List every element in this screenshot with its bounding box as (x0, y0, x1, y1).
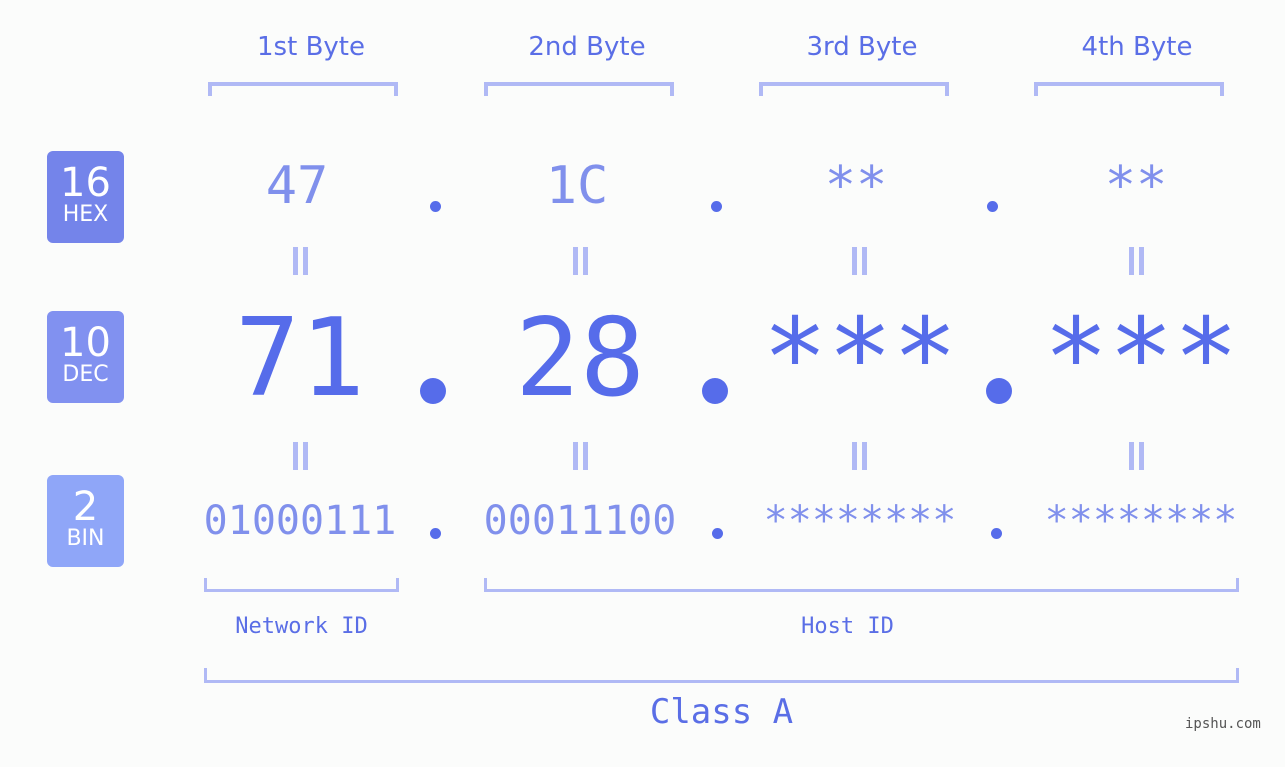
bin-byte-4: ******** (1044, 498, 1238, 544)
header-byte-4: 4th Byte (1081, 32, 1193, 62)
badge-dec-label: DEC (62, 362, 109, 387)
bin-byte-3: ******** (763, 498, 957, 544)
equals-icon (290, 442, 310, 470)
bracket-byte-1 (208, 82, 398, 96)
badge-hex-number: 16 (60, 160, 111, 206)
equals-icon (570, 442, 590, 470)
bin-dot-1 (430, 528, 441, 539)
dec-dot-3 (986, 378, 1012, 404)
header-byte-2: 2nd Byte (528, 32, 646, 62)
network-id-label: Network ID (235, 614, 368, 639)
hex-byte-4: ** (1104, 156, 1168, 216)
dec-byte-2: 28 (514, 296, 646, 421)
bin-dot-2 (712, 528, 723, 539)
class-label: Class A (649, 692, 794, 732)
watermark: ipshu.com (1185, 716, 1261, 732)
hex-byte-3: ** (824, 156, 888, 216)
bin-byte-1: 01000111 (203, 498, 397, 544)
class-bracket (204, 668, 1239, 683)
hex-byte-2: 1C (545, 156, 609, 216)
badge-bin: 2 BIN (47, 475, 124, 567)
dec-byte-4: *** (1043, 296, 1239, 421)
equals-icon (570, 247, 590, 275)
header-byte-3: 3rd Byte (806, 32, 918, 62)
dec-dot-1 (420, 378, 446, 404)
badge-dec-number: 10 (60, 320, 111, 366)
hex-dot-3 (987, 201, 998, 212)
bracket-byte-3 (759, 82, 949, 96)
badge-hex: 16 HEX (47, 151, 124, 243)
bracket-byte-4 (1034, 82, 1224, 96)
bin-byte-2: 00011100 (483, 498, 677, 544)
equals-icon (849, 247, 869, 275)
equals-icon (290, 247, 310, 275)
equals-icon (849, 442, 869, 470)
equals-icon (1126, 247, 1146, 275)
badge-hex-label: HEX (62, 202, 109, 227)
host-id-label: Host ID (801, 614, 894, 639)
bracket-byte-2 (484, 82, 674, 96)
badge-bin-label: BIN (66, 526, 105, 551)
equals-icon (1126, 442, 1146, 470)
network-id-bracket (204, 578, 399, 592)
dec-byte-1: 71 (234, 296, 366, 421)
badge-dec: 10 DEC (47, 311, 124, 403)
badge-bin-number: 2 (72, 484, 99, 530)
dec-dot-2 (702, 378, 728, 404)
host-id-bracket (484, 578, 1239, 592)
hex-dot-2 (711, 201, 722, 212)
hex-byte-1: 47 (265, 156, 329, 216)
dec-byte-3: *** (762, 296, 958, 421)
bin-dot-3 (991, 528, 1002, 539)
hex-dot-1 (430, 201, 441, 212)
header-byte-1: 1st Byte (257, 32, 365, 62)
